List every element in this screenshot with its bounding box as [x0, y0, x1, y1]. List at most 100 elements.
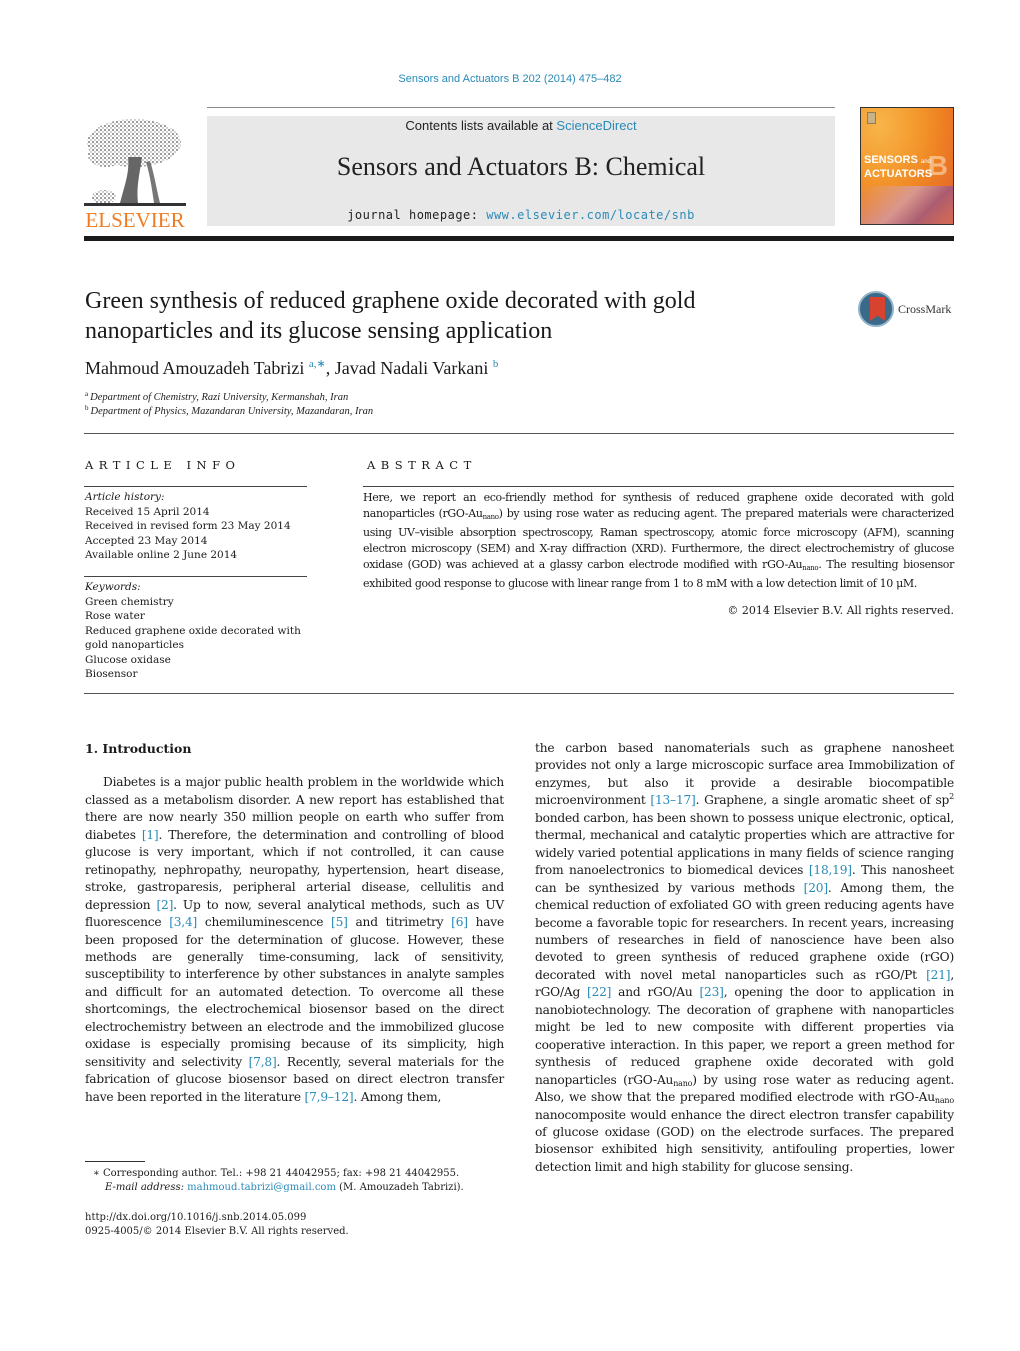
- article-info-divider: [84, 486, 307, 487]
- doi-link[interactable]: http://dx.doi.org/10.1016/j.snb.2014.05.…: [85, 1211, 306, 1225]
- keywords-divider: [84, 576, 307, 577]
- citation-link[interactable]: [22]: [587, 985, 611, 999]
- affiliation-text: Department of Physics, Mazandaran Univer…: [90, 406, 374, 417]
- text: and rGO/Au: [611, 985, 700, 1000]
- affiliation: a Department of Chemistry, Razi Universit…: [85, 390, 348, 403]
- text: . Graphene, a single aromatic sheet of s…: [695, 793, 950, 808]
- elsevier-wordmark: ELSEVIER: [85, 208, 185, 232]
- journal-banner: Contents lists available at ScienceDirec…: [207, 116, 835, 226]
- contents-prefix: Contents lists available at: [405, 118, 557, 133]
- subscript: nano: [934, 1096, 954, 1106]
- sciencedirect-link[interactable]: ScienceDirect: [556, 118, 636, 133]
- crossmark-icon: [858, 291, 894, 327]
- author-name[interactable]: Mahmoud Amouzadeh Tabrizi: [85, 358, 304, 378]
- author-affiliation-marks[interactable]: b: [493, 358, 499, 370]
- cover-artwork: [861, 186, 953, 224]
- contents-availability: Contents lists available at ScienceDirec…: [207, 118, 835, 133]
- abstract-copyright: © 2014 Elsevier B.V. All rights reserved…: [727, 604, 954, 617]
- keyword-item: Reduced graphene oxide decorated with go…: [85, 624, 301, 652]
- affiliation-text: Department of Chemistry, Razi University…: [90, 392, 349, 403]
- superscript: 2: [949, 792, 954, 802]
- subscript: nano: [482, 513, 499, 521]
- crossmark-button[interactable]: CrossMark: [858, 291, 958, 331]
- homepage-prefix: journal homepage:: [347, 208, 487, 222]
- abstract-heading: ABSTRACT: [367, 458, 477, 472]
- text: chemiluminescence: [197, 915, 332, 930]
- text: nanocomposite would enhance the direct e…: [535, 1107, 954, 1174]
- article-title: Green synthesis of reduced graphene oxid…: [85, 288, 696, 344]
- citation-link[interactable]: [20]: [804, 881, 828, 895]
- author-separator: ,: [325, 358, 335, 378]
- text: , opening the door to application in nan…: [535, 985, 954, 1087]
- citation-link[interactable]: [18,19]: [809, 863, 852, 877]
- elsevier-logo[interactable]: ELSEVIER: [84, 117, 186, 232]
- keyword-item: Glucose oxidase: [85, 653, 171, 666]
- header-divider: [207, 107, 835, 108]
- section-divider: [84, 433, 954, 434]
- email-footnote: E-mail address: mahmoud.tabrizi@gmail.co…: [105, 1181, 464, 1195]
- keywords-label: Keywords:: [85, 581, 141, 593]
- author-affiliation-marks[interactable]: a,∗: [309, 358, 326, 370]
- author-name[interactable]: Javad Nadali Varkani: [335, 358, 489, 378]
- journal-cover-thumbnail[interactable]: B SENSORS and ACTUATORS: [860, 107, 954, 225]
- section-divider: [84, 693, 954, 694]
- cover-title: SENSORS and ACTUATORS: [864, 154, 932, 180]
- citation-link[interactable]: [3,4]: [169, 915, 197, 929]
- corresponding-author-footnote: ∗ Corresponding author. Tel.: +98 21 440…: [93, 1168, 460, 1179]
- affiliation: b Department of Physics, Mazandaran Unive…: [85, 404, 373, 417]
- email-link[interactable]: mahmoud.tabrizi@gmail.com: [187, 1182, 336, 1193]
- history-item: Accepted 23 May 2014: [85, 534, 208, 547]
- abstract-divider: [363, 486, 954, 487]
- email-suffix: (M. Amouzadeh Tabrizi).: [335, 1182, 464, 1193]
- citation-link[interactable]: [6]: [451, 915, 468, 929]
- cover-title-line1: SENSORS: [864, 154, 918, 166]
- header-thick-divider: [84, 236, 954, 241]
- text: . Among them, the chemical reduction of …: [535, 880, 954, 982]
- citation-link[interactable]: [1]: [142, 828, 159, 842]
- subscript: nano: [673, 1078, 693, 1088]
- keyword-item: Green chemistry: [85, 595, 174, 608]
- paragraph-continued: the carbon based nanomaterials such as g…: [535, 740, 954, 1176]
- journal-citation-link[interactable]: Sensors and Actuators B 202 (2014) 475–4…: [398, 73, 621, 85]
- elsevier-tree-icon: [84, 119, 186, 206]
- history-item: Available online 2 June 2014: [85, 549, 238, 561]
- citation-link[interactable]: [7,8]: [249, 1055, 277, 1069]
- subscript: nano: [802, 564, 819, 572]
- email-label: E-mail address:: [105, 1182, 188, 1193]
- section-heading-introduction: 1. Introduction: [85, 741, 192, 756]
- article-history: Article history: Received 15 April 2014 …: [85, 490, 310, 563]
- citation-link[interactable]: [5]: [331, 915, 348, 929]
- cover-title-line2: ACTUATORS: [864, 168, 933, 180]
- running-head-citation[interactable]: Sensors and Actuators B 202 (2014) 475–4…: [0, 73, 1020, 85]
- crossmark-ribbon-icon: [870, 297, 885, 321]
- citation-link[interactable]: [2]: [157, 898, 174, 912]
- citation-link[interactable]: [7,9–12]: [305, 1090, 354, 1104]
- affiliation-mark: a: [85, 390, 89, 398]
- footnote-divider: [85, 1161, 145, 1162]
- body-column-left: 1. Introduction Diabetes is a major publ…: [85, 740, 504, 1106]
- affiliation-mark: b: [85, 404, 89, 412]
- crossmark-label: CrossMark: [898, 302, 952, 316]
- text: and titrimetry: [347, 915, 452, 930]
- author-list: Mahmoud Amouzadeh Tabrizi a,∗, Javad Nad…: [85, 357, 498, 379]
- cover-publisher-icon: [867, 112, 876, 124]
- keyword-item: Rose water: [85, 610, 145, 622]
- history-item: Received in revised form 23 May 2014: [85, 520, 291, 532]
- article-info-heading: ARTICLE INFO: [85, 458, 241, 472]
- text: have been proposed for the determination…: [85, 915, 504, 1069]
- body-column-right: the carbon based nanomaterials such as g…: [535, 740, 954, 1176]
- journal-homepage: journal homepage: www.elsevier.com/locat…: [207, 208, 835, 222]
- article-history-label: Article history:: [85, 491, 165, 503]
- citation-link[interactable]: [21]: [926, 968, 950, 982]
- keywords: Keywords: Green chemistry Rose water Red…: [85, 580, 310, 682]
- text: . Among them,: [353, 1089, 442, 1104]
- keyword-item: Biosensor: [85, 668, 138, 680]
- citation-link[interactable]: [23]: [700, 985, 724, 999]
- abstract-body: Here, we report an eco-friendly method f…: [363, 490, 954, 592]
- journal-homepage-link[interactable]: www.elsevier.com/locate/snb: [486, 208, 695, 222]
- citation-link[interactable]: [13–17]: [650, 793, 695, 807]
- journal-title: Sensors and Actuators B: Chemical: [336, 152, 706, 181]
- issn-copyright: 0925-4005/© 2014 Elsevier B.V. All right…: [85, 1226, 349, 1237]
- cover-title-and: and: [920, 159, 931, 165]
- history-item: Received 15 April 2014: [85, 505, 210, 518]
